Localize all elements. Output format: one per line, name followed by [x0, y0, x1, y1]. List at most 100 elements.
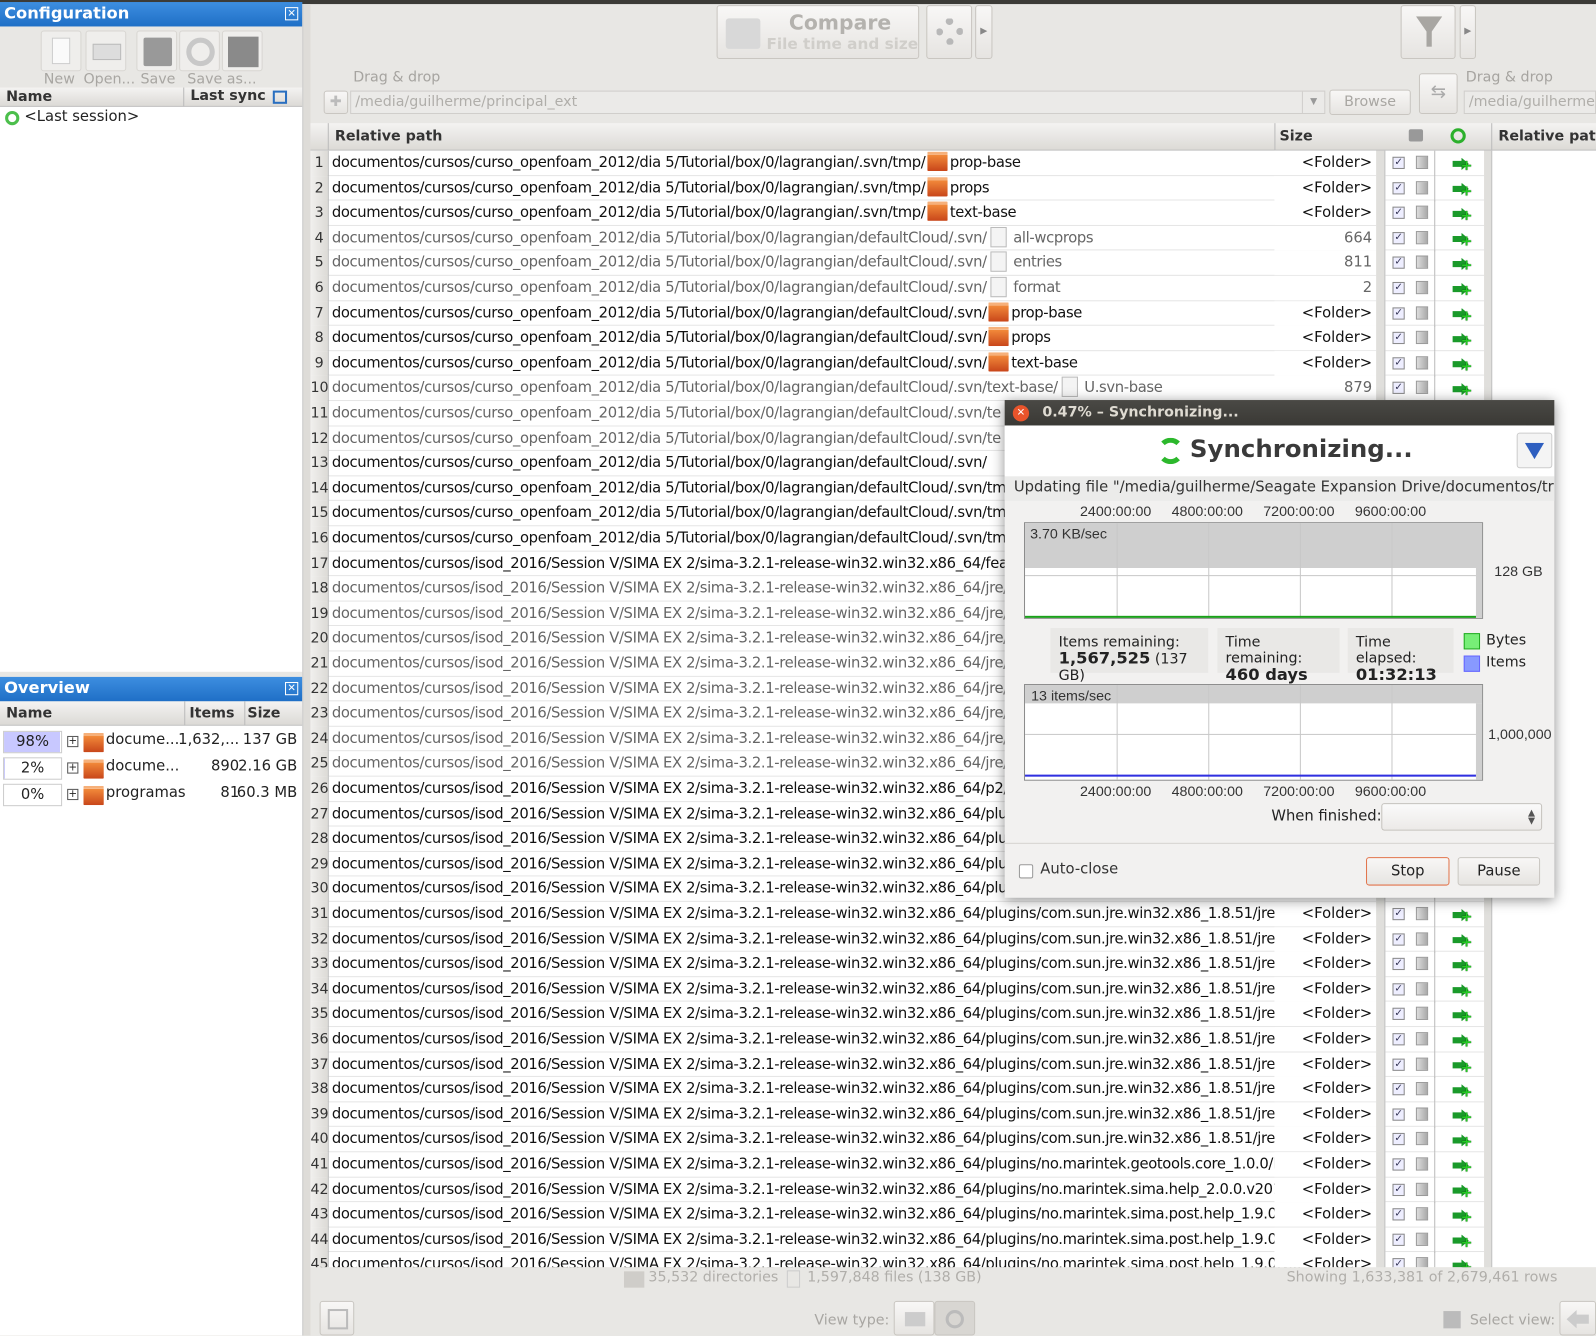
compare-dropdown-arrow[interactable]: ▶ — [975, 5, 993, 60]
view-action-button[interactable] — [934, 1300, 976, 1336]
include-checkbox[interactable]: ✓ — [1392, 1058, 1405, 1071]
when-finished-dropdown[interactable]: ▲ ▼ — [1381, 803, 1543, 831]
table-row[interactable]: 7 documentos/cursos/curso_openfoam_2012/… — [310, 300, 1377, 326]
include-checkbox[interactable]: ✓ — [1392, 933, 1405, 946]
include-checkbox[interactable]: ✓ — [1392, 206, 1405, 220]
pause-button[interactable]: Pause — [1457, 857, 1541, 886]
column-name[interactable]: Name — [6, 705, 52, 721]
table-row[interactable]: 3 documentos/cursos/curso_openfoam_2012/… — [310, 200, 1377, 226]
table-row[interactable]: 36 documentos/cursos/isod_2016/Session V… — [310, 1027, 1377, 1053]
expand-icon[interactable]: + — [67, 735, 79, 748]
include-checkbox[interactable]: ✓ — [1392, 382, 1405, 395]
include-checkbox[interactable]: ✓ — [1392, 1258, 1405, 1268]
column-name[interactable]: Name — [6, 89, 52, 105]
table-row[interactable]: 10 documentos/cursos/curso_openfoam_2012… — [310, 376, 1377, 402]
overview-row[interactable]: 98% + docume... 1,632,... 137 GB — [0, 730, 302, 755]
column-options-icon[interactable] — [272, 90, 288, 104]
table-row[interactable]: 37 documentos/cursos/isod_2016/Session V… — [310, 1052, 1377, 1078]
table-row[interactable]: 33 documentos/cursos/isod_2016/Session V… — [310, 951, 1377, 977]
include-checkbox[interactable]: ✓ — [1392, 1108, 1405, 1121]
column-size[interactable]: Size — [244, 701, 280, 726]
include-checkbox[interactable]: ✓ — [1392, 181, 1405, 195]
expand-icon[interactable]: + — [67, 788, 79, 801]
table-row[interactable]: 2 documentos/cursos/curso_openfoam_2012/… — [310, 175, 1377, 201]
chevron-down-icon[interactable]: ▼ — [1301, 91, 1324, 113]
overview-row[interactable]: 0% + programas 81 60.3 MB — [0, 783, 302, 808]
table-row[interactable]: 38 documentos/cursos/isod_2016/Session V… — [310, 1077, 1377, 1103]
save-as-config-button[interactable] — [179, 30, 220, 72]
panel-splitter[interactable] — [302, 4, 311, 1336]
left-folder-input[interactable]: /media/guilherme/principal_ext ▼ — [350, 90, 1326, 115]
include-checkbox[interactable]: ✓ — [1392, 156, 1405, 169]
table-row[interactable]: 39 documentos/cursos/isod_2016/Session V… — [310, 1102, 1377, 1128]
right-column-relative-path[interactable]: Relative path — [1491, 123, 1596, 151]
overview-toggle-button[interactable] — [319, 1300, 355, 1336]
table-row[interactable]: 6 documentos/cursos/curso_openfoam_2012/… — [310, 275, 1377, 301]
table-row[interactable]: 44 documentos/cursos/isod_2016/Session V… — [310, 1227, 1377, 1253]
include-checkbox[interactable]: ✓ — [1392, 983, 1405, 996]
category-column-icon[interactable] — [1408, 129, 1424, 142]
close-icon[interactable]: ✕ — [285, 7, 299, 21]
table-row[interactable]: 41 documentos/cursos/isod_2016/Session V… — [310, 1152, 1377, 1178]
include-checkbox[interactable]: ✓ — [1392, 1208, 1405, 1221]
include-checkbox[interactable]: ✓ — [1392, 958, 1405, 971]
overview-row[interactable]: 2% + docume... 890 2.16 GB — [0, 757, 302, 781]
new-config-button[interactable] — [40, 30, 82, 72]
open-config-button[interactable] — [85, 30, 127, 72]
include-checkbox[interactable]: ✓ — [1392, 1008, 1405, 1021]
include-checkbox[interactable]: ✓ — [1392, 332, 1405, 345]
select-view-button[interactable] — [1559, 1300, 1596, 1336]
column-relative-path[interactable]: Relative path — [327, 123, 442, 151]
table-row[interactable]: 40 documentos/cursos/isod_2016/Session V… — [310, 1127, 1377, 1153]
table-row[interactable]: 5 documentos/cursos/curso_openfoam_2012/… — [310, 250, 1377, 276]
right-folder-input[interactable]: /media/guilherme/ — [1463, 90, 1596, 115]
browse-button[interactable]: Browse — [1329, 89, 1411, 116]
include-checkbox[interactable]: ✓ — [1392, 306, 1405, 320]
column-size[interactable]: Size — [1274, 123, 1376, 151]
close-icon[interactable]: ✕ — [1012, 405, 1030, 422]
table-row[interactable]: 31 documentos/cursos/isod_2016/Session V… — [310, 901, 1377, 927]
include-checkbox[interactable]: ✓ — [1392, 1183, 1405, 1196]
table-row[interactable]: 43 documentos/cursos/isod_2016/Session V… — [310, 1202, 1377, 1228]
column-items[interactable]: Items — [184, 701, 234, 726]
include-checkbox[interactable]: ✓ — [1392, 231, 1405, 245]
filter-dropdown-arrow[interactable]: ▶ — [1459, 5, 1476, 60]
compare-button[interactable]: Compare File time and size — [716, 5, 920, 60]
include-checkbox[interactable]: ✓ — [1392, 357, 1405, 370]
add-folder-pair-button[interactable]: ✚ — [323, 90, 349, 115]
include-checkbox[interactable]: ✓ — [1392, 1158, 1405, 1171]
include-checkbox[interactable]: ✓ — [1392, 281, 1405, 295]
include-checkbox[interactable]: ✓ — [1392, 256, 1405, 270]
table-row[interactable]: 34 documentos/cursos/isod_2016/Session V… — [310, 976, 1377, 1003]
row-size: 2 — [1274, 275, 1377, 301]
table-row[interactable]: 32 documentos/cursos/isod_2016/Session V… — [310, 926, 1377, 952]
filter-button[interactable] — [1400, 5, 1456, 60]
table-row[interactable]: 45 documentos/cursos/isod_2016/Session V… — [310, 1252, 1377, 1268]
include-checkbox[interactable]: ✓ — [1392, 1133, 1405, 1146]
sync-action-column-icon[interactable] — [1450, 128, 1466, 144]
table-row[interactable]: 9 documentos/cursos/curso_openfoam_2012/… — [310, 350, 1377, 377]
view-category-button[interactable] — [893, 1300, 935, 1336]
minimize-to-tray-button[interactable] — [1516, 432, 1553, 469]
compare-label: Compare — [788, 10, 892, 35]
save-as-batch-button[interactable] — [221, 30, 263, 72]
table-row[interactable]: 1 documentos/cursos/curso_openfoam_2012/… — [310, 150, 1377, 176]
swap-sides-button[interactable]: ⇆ — [1418, 73, 1458, 115]
table-row[interactable]: 35 documentos/cursos/isod_2016/Session V… — [310, 1002, 1377, 1028]
column-last-sync[interactable]: Last sync — [183, 87, 266, 107]
include-checkbox[interactable]: ✓ — [1392, 907, 1405, 921]
include-checkbox[interactable]: ✓ — [1392, 1233, 1405, 1246]
expand-icon[interactable]: + — [67, 762, 79, 774]
compare-settings-button[interactable] — [926, 5, 973, 60]
stop-button[interactable]: Stop — [1366, 857, 1450, 886]
row-path: documentos/cursos/isod_2016/Session V/SI… — [332, 977, 1301, 1001]
include-checkbox[interactable]: ✓ — [1392, 1033, 1405, 1046]
table-row[interactable]: 4 documentos/cursos/curso_openfoam_2012/… — [310, 225, 1377, 251]
auto-close-checkbox[interactable] — [1018, 864, 1034, 879]
include-checkbox[interactable]: ✓ — [1392, 1083, 1405, 1096]
table-row[interactable]: 8 documentos/cursos/curso_openfoam_2012/… — [310, 325, 1377, 351]
close-icon[interactable]: ✕ — [285, 681, 299, 696]
table-row[interactable]: 42 documentos/cursos/isod_2016/Session V… — [310, 1177, 1377, 1203]
save-view-icon[interactable] — [1443, 1311, 1461, 1329]
save-config-button[interactable] — [136, 30, 178, 72]
